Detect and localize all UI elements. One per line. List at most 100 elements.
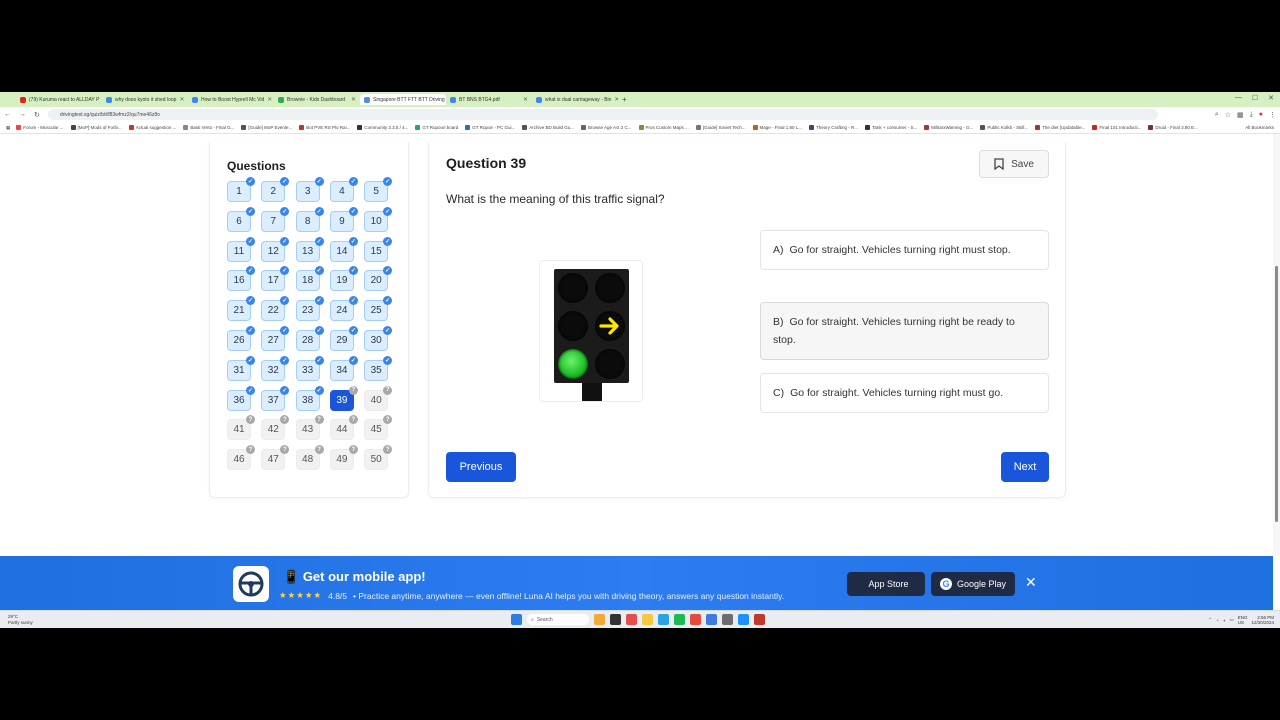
question-number-35[interactable]: 35 ✓ <box>364 355 393 381</box>
bookmark-item[interactable]: [Guide] MoP Evente... <box>241 125 292 130</box>
save-button[interactable]: Save <box>979 150 1049 178</box>
question-number-13[interactable]: 13 ✓ <box>295 236 324 262</box>
bookmark-star-icon[interactable]: ☆ <box>1225 111 1231 119</box>
question-number-47[interactable]: 47? <box>261 445 290 471</box>
question-number-30[interactable]: 30 ✓ <box>364 326 393 351</box>
bookmark-item[interactable]: Basti Verto - Final G... <box>183 125 234 130</box>
bookmark-item[interactable]: MilitarxWarning - G... <box>924 125 973 130</box>
browser-tab[interactable]: Brownie - Kids Dashboard ✕ <box>274 94 360 105</box>
google-play-button[interactable]: G Google Play <box>931 572 1015 596</box>
file-explorer-icon[interactable] <box>594 614 605 625</box>
browser-tab[interactable]: How to Boost Hyprell Mc Vid ✕ <box>188 94 274 105</box>
question-number-42[interactable]: 42? <box>261 415 290 441</box>
bookmark-item[interactable]: Public Kolkb - Skill... <box>980 125 1028 130</box>
question-number-19[interactable]: 19 ✓ <box>329 266 358 292</box>
reload-icon[interactable]: ↻ <box>34 111 40 119</box>
app-icon[interactable] <box>706 614 717 625</box>
question-number-38[interactable]: 38 ✓ <box>295 385 324 411</box>
forward-icon[interactable]: → <box>19 111 26 118</box>
battery-icon[interactable]: ▭ <box>1229 617 1233 623</box>
edge-icon[interactable] <box>658 614 669 625</box>
question-number-12[interactable]: 12 ✓ <box>261 236 290 262</box>
browser-tab[interactable]: why does kyoto it shed loop ✕ <box>102 94 188 105</box>
question-number-49[interactable]: 49? <box>329 445 358 471</box>
tab-close-icon[interactable]: ✕ <box>614 96 618 103</box>
bookmark-item[interactable]: Mage - Final 1.80 L... <box>752 125 802 130</box>
task-view-icon[interactable] <box>610 614 621 625</box>
bookmark-item[interactable]: [MoP] Mods of Forbi... <box>70 125 122 130</box>
steam-icon[interactable] <box>738 614 749 625</box>
question-number-11[interactable]: 11 ✓ <box>227 236 255 262</box>
question-number-1[interactable]: 1 ✓ <box>227 177 255 202</box>
question-number-44[interactable]: 44? <box>329 415 358 441</box>
question-number-2[interactable]: 2 ✓ <box>261 177 290 202</box>
menu-icon[interactable]: ⋮ <box>1269 111 1276 119</box>
question-number-29[interactable]: 29 ✓ <box>329 326 358 351</box>
tray-chevron-icon[interactable]: ⌃ <box>1208 617 1212 623</box>
question-number-18[interactable]: 18 ✓ <box>295 266 324 292</box>
tab-close-icon[interactable]: ✕ <box>351 96 356 103</box>
close-window-icon[interactable]: ✕ <box>1268 94 1274 102</box>
question-number-31[interactable]: 31 ✓ <box>227 355 255 381</box>
all-bookmarks-link[interactable]: All Bookmarks <box>1245 125 1274 130</box>
profile-avatar-icon[interactable]: ● <box>1259 111 1263 119</box>
browser-tab[interactable]: what is dual carriageway - Bin ✕ <box>532 94 618 105</box>
bookmark-item[interactable]: Community 3.3.5 / 4... <box>357 125 408 130</box>
browser-tab[interactable]: (79) Kuruma react to ALLDAY P✕ <box>16 94 102 105</box>
settings-icon[interactable] <box>722 614 733 625</box>
question-number-15[interactable]: 15 ✓ <box>364 236 393 262</box>
question-number-45[interactable]: 45? <box>364 415 393 441</box>
bookmark-item[interactable]: Pros Custom Maps ... <box>638 125 689 130</box>
question-number-50[interactable]: 50? <box>364 445 393 471</box>
question-number-8[interactable]: 8 ✓ <box>295 206 324 232</box>
question-number-25[interactable]: 25 ✓ <box>364 296 393 322</box>
game-icon[interactable] <box>754 614 765 625</box>
question-number-48[interactable]: 48? <box>295 445 324 471</box>
bookmark-item[interactable]: [Guide] Soviet Tech... <box>695 125 746 130</box>
extension-icon[interactable]: ▦ <box>1237 111 1244 119</box>
weather-widget[interactable]: 29°C Partly sunny <box>8 614 33 626</box>
chrome-icon[interactable] <box>690 614 701 625</box>
bookmark-item[interactable]: Browse Age Act 2 C... <box>581 125 632 130</box>
question-number-40[interactable]: 40? <box>364 385 393 411</box>
bookmark-item[interactable]: Theory Crafting - R... <box>809 125 858 130</box>
option-a[interactable]: A) Go for straight. Vehicles turning righ… <box>760 230 1049 270</box>
download-icon[interactable]: ⤓ <box>1250 111 1253 119</box>
browser-tab[interactable]: Singapore BTT FTT BTT Driving✕ <box>360 94 446 105</box>
bookmark-item[interactable]: GT Rupoori board <box>415 125 458 130</box>
bookmark-item[interactable]: Archive BD Build Gu... <box>522 125 574 130</box>
question-number-7[interactable]: 7 ✓ <box>261 206 290 232</box>
question-number-36[interactable]: 36 ✓ <box>227 385 255 411</box>
question-number-27[interactable]: 27 ✓ <box>261 326 290 351</box>
previous-button[interactable]: Previous <box>446 452 516 482</box>
question-number-39[interactable]: 39? <box>329 385 358 411</box>
language-indicator[interactable]: ENG US <box>1238 615 1248 625</box>
url-field[interactable]: drivingtest.sg/quiz/btt/f83wfmz2/qu7me46… <box>47 109 1158 120</box>
question-number-43[interactable]: 43? <box>295 415 324 441</box>
wifi-icon[interactable]: ◔ <box>1216 618 1219 623</box>
question-number-20[interactable]: 20 ✓ <box>364 266 393 292</box>
question-number-17[interactable]: 17 ✓ <box>261 266 290 292</box>
app-store-button[interactable]: App Store <box>847 572 925 596</box>
apps-icon[interactable]: ▦ <box>6 125 10 131</box>
question-number-28[interactable]: 28 ✓ <box>295 326 324 351</box>
question-number-9[interactable]: 9 ✓ <box>329 206 358 232</box>
taskbar-search[interactable]: ⌕ Search <box>527 614 589 625</box>
question-number-22[interactable]: 22 ✓ <box>261 296 290 322</box>
question-number-32[interactable]: 32 ✓ <box>261 355 290 381</box>
option-b[interactable]: B) Go for straight. Vehicles turning righ… <box>760 302 1049 360</box>
close-banner-icon[interactable]: ✕ <box>1025 574 1037 591</box>
question-number-37[interactable]: 37 ✓ <box>261 385 290 411</box>
question-number-4[interactable]: 4 ✓ <box>329 177 358 202</box>
question-number-21[interactable]: 21 ✓ <box>227 296 255 322</box>
bookmark-item[interactable]: Tank + consumer - S... <box>865 125 917 130</box>
question-number-6[interactable]: 6 ✓ <box>227 206 255 232</box>
minimize-icon[interactable]: — <box>1235 94 1242 102</box>
question-number-34[interactable]: 34 ✓ <box>329 355 358 381</box>
question-number-3[interactable]: 3 ✓ <box>295 177 324 202</box>
option-c[interactable]: C) Go for straight. Vehicles turning righ… <box>760 373 1049 413</box>
spotify-icon[interactable] <box>674 614 685 625</box>
page-scrollbar[interactable] <box>1273 134 1280 556</box>
question-number-5[interactable]: 5 ✓ <box>364 177 393 202</box>
volume-icon[interactable]: ◖ <box>1223 618 1226 623</box>
